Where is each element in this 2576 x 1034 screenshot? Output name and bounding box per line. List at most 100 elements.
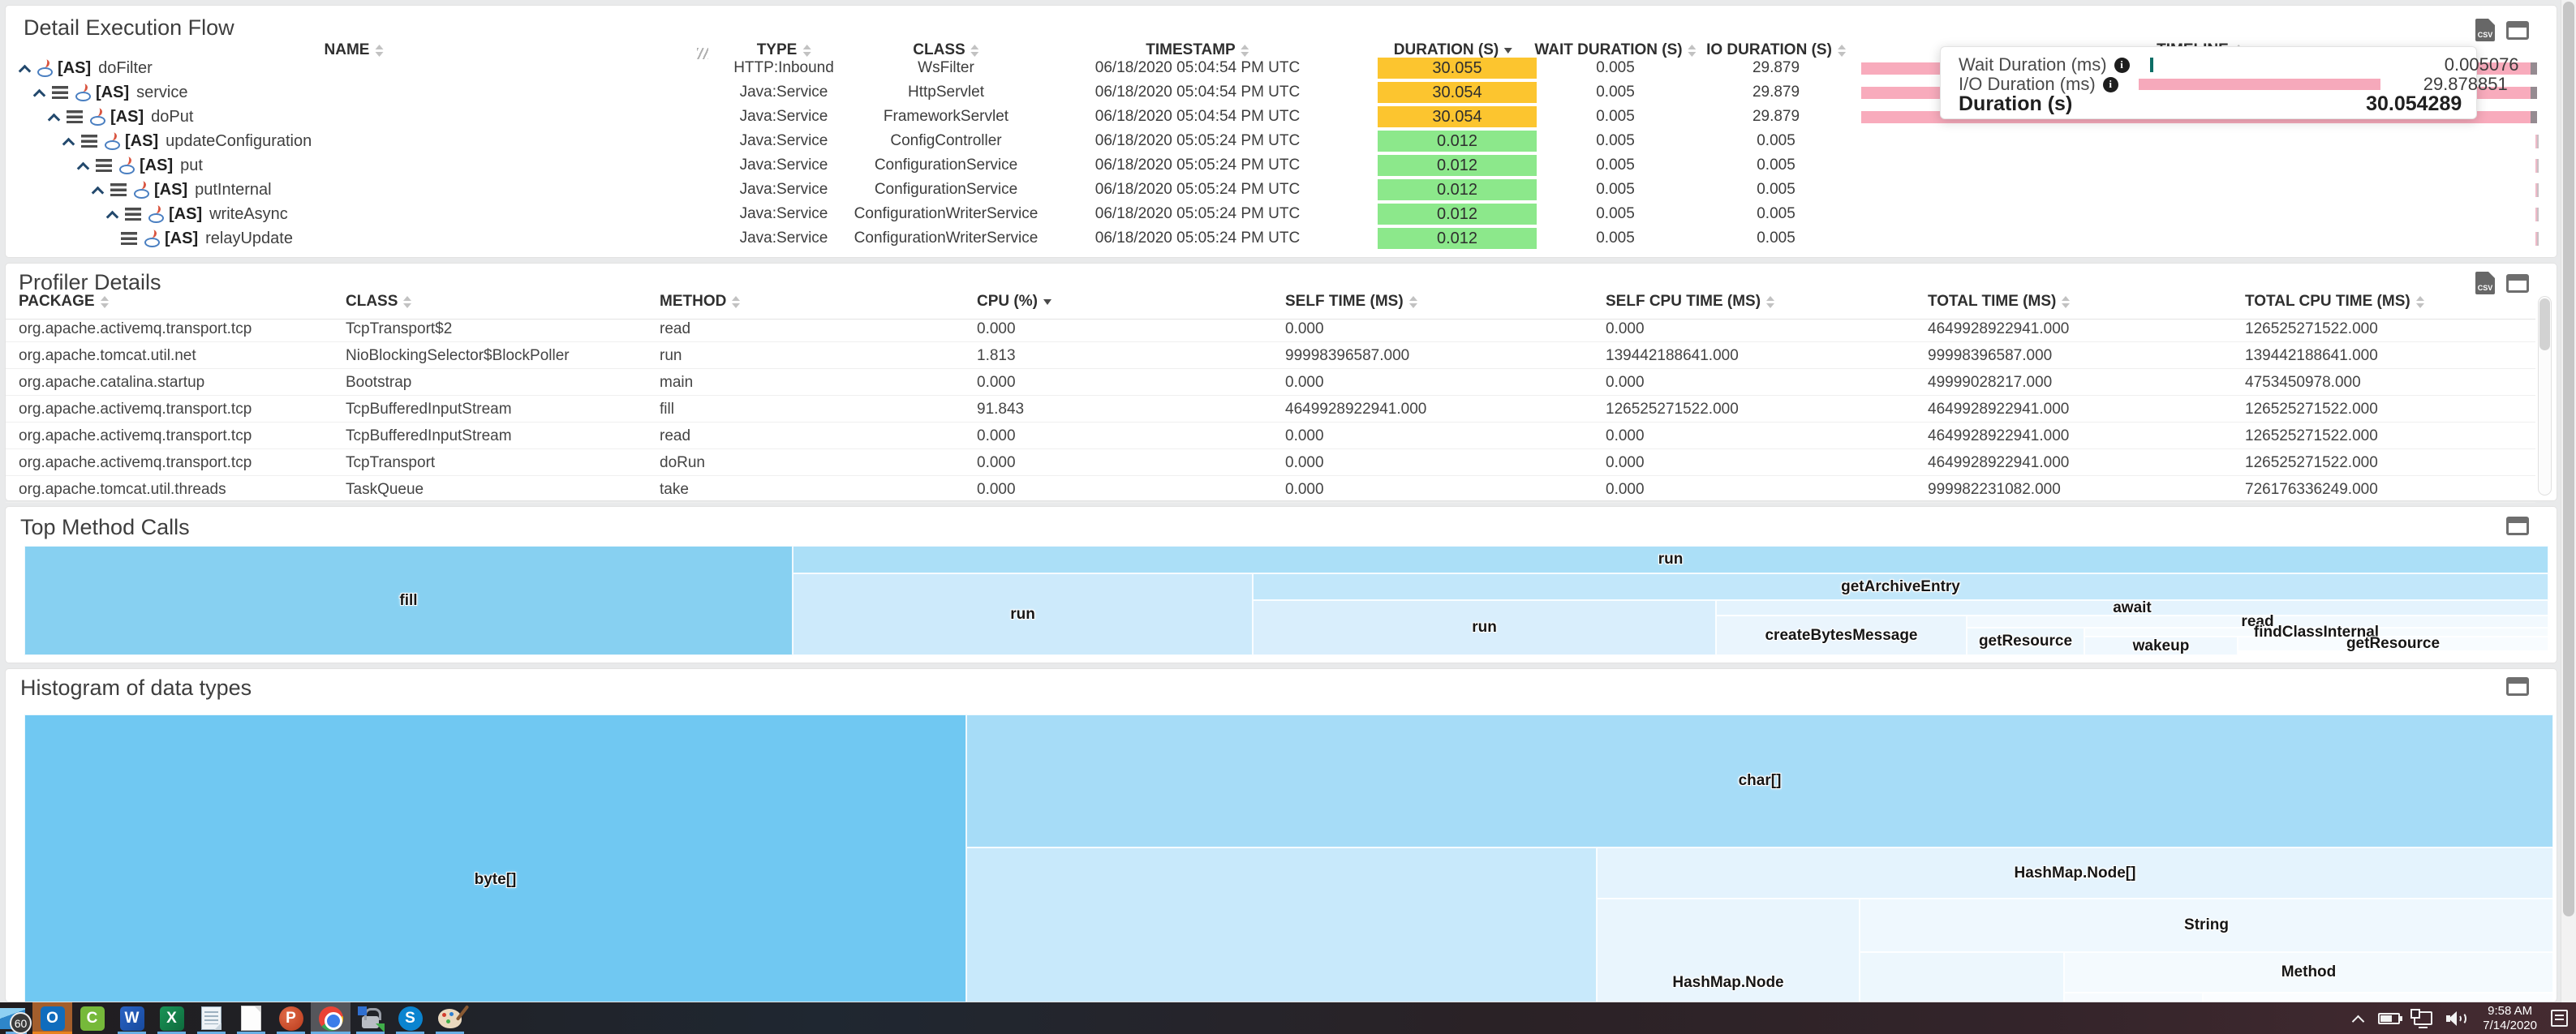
column-header-class[interactable]: CLASS [346,293,411,311]
sort-icon[interactable] [1241,45,1249,57]
sort-icon[interactable] [1043,299,1051,305]
open-window-icon[interactable] [2506,677,2529,696]
collapse-chevron-icon[interactable] [62,135,74,147]
tray-clock[interactable]: 9:58 AM 7/14/2020 [2483,1004,2537,1033]
info-icon[interactable]: i [2103,77,2118,92]
column-header-self-cpu-time-(ms)[interactable]: SELF CPU TIME (MS) [1606,293,1774,311]
export-csv-icon[interactable] [2475,272,2495,294]
sort-icon[interactable] [1409,296,1417,308]
treemap-node[interactable] [1860,952,2064,1002]
treemap-node[interactable] [2203,993,2553,1002]
exec-flow-row[interactable]: [AS]writeAsyncJava:ServiceConfigurationW… [6,202,2557,226]
collapse-chevron-icon[interactable] [48,111,59,122]
row-menu-icon[interactable] [67,110,83,123]
table-scrollbar[interactable] [2538,296,2552,496]
timeline-tick[interactable] [2535,232,2539,246]
open-window-icon[interactable] [2506,517,2529,535]
taskbar-camtasia-icon[interactable]: C [72,1002,112,1034]
column-header-total-time-(ms)[interactable]: TOTAL TIME (MS) [1928,293,2070,311]
sort-icon[interactable] [1766,296,1774,308]
row-menu-icon[interactable] [125,208,141,221]
sort-icon[interactable] [971,45,979,57]
tree-node[interactable]: [AS]doPut [48,105,193,129]
collapse-chevron-icon[interactable] [77,160,88,171]
treemap-node-byte[interactable] [24,714,966,1002]
collapse-chevron-icon[interactable] [33,87,45,98]
page-scrollbar[interactable] [2561,0,2576,1002]
profiler-cell: 126525271522.000 [2245,315,2378,342]
sort-icon[interactable] [1838,45,1846,57]
battery-icon[interactable] [2378,1013,2400,1024]
exec-flow-row[interactable]: [AS]putJava:ServiceConfigurationService0… [6,153,2557,178]
taskbar-notepad-icon[interactable] [191,1002,231,1034]
column-header-package[interactable]: PACKAGE [19,293,109,311]
taskbar-outlook-icon[interactable]: O [32,1002,72,1034]
treemap-node[interactable] [2064,993,2203,1002]
tree-node[interactable]: [AS]putInternal [92,178,272,202]
taskbar-skype-icon[interactable]: S [390,1002,430,1034]
row-menu-icon[interactable] [96,159,112,172]
profiler-row[interactable]: org.apache.tomcat.util.threadsTaskQueuet… [6,476,2535,503]
collapse-chevron-icon[interactable] [19,62,30,74]
sort-icon[interactable] [375,45,383,57]
column-header-self-time-(ms)[interactable]: SELF TIME (MS) [1285,293,1417,311]
sort-icon[interactable] [2416,296,2424,308]
sort-icon[interactable] [732,296,740,308]
taskbar-powerpoint-icon[interactable]: P [271,1002,311,1034]
profiler-row[interactable]: org.apache.activemq.transport.tcpTcpTran… [6,449,2535,476]
taskbar-paint-icon[interactable] [430,1002,470,1034]
timeline-bar-cap [2531,111,2537,123]
collapse-chevron-icon[interactable] [106,208,118,220]
row-menu-icon[interactable] [121,232,137,245]
tree-node[interactable]: [AS]updateConfiguration [62,129,312,153]
sort-icon[interactable] [1504,48,1512,54]
row-menu-icon[interactable] [81,135,97,148]
sort-icon[interactable] [1688,45,1697,57]
profiler-row[interactable]: org.apache.catalina.startupBootstrapmain… [6,369,2535,396]
network-icon[interactable] [2414,1011,2432,1025]
info-icon[interactable]: i [2114,58,2130,73]
taskbar-word-icon[interactable]: W [112,1002,152,1034]
taskbar-document-icon[interactable] [231,1002,271,1034]
timeline-tick[interactable] [2535,159,2539,173]
profiler-row[interactable]: org.apache.tomcat.util.netNioBlockingSel… [6,342,2535,369]
open-window-icon[interactable] [2506,21,2529,40]
row-menu-icon[interactable] [52,86,68,99]
tray-show-hidden-icons[interactable] [2351,1014,2364,1023]
treemap-node[interactable] [966,847,1597,1002]
taskbar-mail-icon[interactable]: 60 [0,1002,32,1034]
taskbar-secure-lock-icon[interactable] [350,1002,390,1034]
profiler-row[interactable]: org.apache.activemq.transport.tcpTcpBuff… [6,396,2535,423]
tree-node[interactable]: [AS]writeAsync [106,202,288,226]
row-menu-icon[interactable] [110,183,127,196]
tree-node[interactable]: [AS]doFilter [19,56,153,80]
exec-flow-row[interactable]: [AS]updateConfigurationJava:ServiceConfi… [6,129,2557,153]
sort-icon[interactable] [101,296,109,308]
column-header-cpu-(%)[interactable]: CPU (%) [977,293,1051,311]
page-scrollbar-thumb[interactable] [2563,2,2574,916]
tree-node[interactable]: [AS]service [33,80,187,105]
exec-flow-row[interactable]: [AS]relayUpdateJava:ServiceConfiguration… [6,226,2557,251]
column-header-method[interactable]: METHOD [660,293,740,311]
timeline-tick[interactable] [2535,208,2539,221]
timeline-tick[interactable] [2535,135,2539,148]
column-header-total-cpu-time-(ms)[interactable]: TOTAL CPU TIME (MS) [2245,293,2424,311]
taskbar-excel-icon[interactable]: X [152,1002,191,1034]
profiler-row[interactable]: org.apache.activemq.transport.tcpTcpBuff… [6,423,2535,449]
scrollbar-thumb[interactable] [2539,298,2550,350]
collapse-chevron-icon[interactable] [92,184,103,195]
open-window-icon[interactable] [2506,274,2529,293]
sort-icon[interactable] [403,296,411,308]
volume-icon[interactable] [2446,1010,2469,1027]
profiler-cell: 139442188641.000 [1606,342,1739,369]
tree-node[interactable]: [AS]put [77,153,203,178]
export-csv-icon[interactable] [2475,19,2495,41]
sort-icon[interactable] [802,45,811,57]
taskbar-chrome-icon[interactable] [311,1002,350,1034]
exec-flow-row[interactable]: [AS]putInternalJava:ServiceConfiguration… [6,178,2557,202]
tree-node[interactable]: [AS]relayUpdate [121,226,293,251]
action-center-icon[interactable] [2551,1010,2568,1027]
sort-icon[interactable] [2062,296,2070,308]
timeline-tick[interactable] [2535,183,2539,197]
profiler-row[interactable]: org.apache.activemq.transport.tcpTcpTran… [6,315,2535,342]
